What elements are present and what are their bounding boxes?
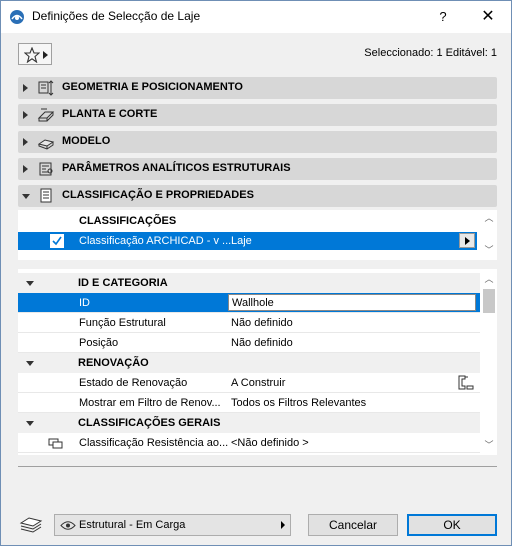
property-value: A Construir	[231, 377, 286, 389]
expand-arrow-icon	[23, 138, 28, 146]
checkmark-icon	[52, 236, 62, 246]
id-input-value: Wallhole	[232, 297, 274, 309]
group-label: RENOVAÇÃO	[78, 357, 149, 369]
section-label: GEOMETRIA E POSICIONAMENTO	[62, 81, 243, 93]
section-classification[interactable]: CLASSIFICAÇÃO E PROPRIEDADES	[18, 185, 497, 207]
group-label: ID E CATEGORIA	[78, 277, 168, 289]
title-bar: Definições de Selecção de Laje ? ✕	[1, 1, 511, 33]
selection-count: Seleccionado: 1 Editável: 1	[364, 47, 497, 59]
property-name: Posição	[79, 337, 119, 349]
archicad-app-icon	[9, 9, 25, 25]
group-label: CLASSIFICAÇÕES GERAIS	[78, 417, 221, 429]
classification-system-name: Classificação ARCHICAD - v ...	[79, 235, 232, 247]
property-row-structural-function[interactable]: Função Estrutural Não definido	[18, 313, 480, 333]
ok-button[interactable]: OK	[407, 514, 497, 536]
renovation-icon[interactable]	[456, 374, 476, 395]
property-name: Função Estrutural	[79, 317, 166, 329]
dropdown-arrow-icon	[281, 521, 285, 529]
geometry-icon	[37, 79, 55, 97]
classification-icon	[37, 187, 55, 205]
favorites-arrow-icon	[43, 51, 48, 59]
classification-picker-button[interactable]	[459, 233, 475, 248]
property-value: Não definido	[231, 337, 293, 349]
property-name: Estado de Renovação	[79, 377, 188, 389]
structural-view-label: Estrutural - Em Carga	[79, 519, 186, 531]
collapse-arrow-icon	[26, 361, 34, 366]
section-structural-analytical[interactable]: PARÂMETROS ANALÍTICOS ESTRUTURAIS	[18, 158, 497, 180]
scroll-up-icon[interactable]: ︿	[482, 273, 496, 285]
section-geometry[interactable]: GEOMETRIA E POSICIONAMENTO	[18, 77, 497, 99]
collapse-arrow-icon	[26, 281, 34, 286]
collapse-arrow-icon	[26, 421, 34, 426]
classification-row[interactable]: Classificação ARCHICAD - v ... Laje	[18, 232, 477, 250]
property-row-renovation-filter[interactable]: Mostrar em Filtro de Renov... Todos os F…	[18, 393, 480, 413]
property-row-fire-resistance[interactable]: Classificação Resistência ao... <Não def…	[18, 433, 480, 453]
section-label: CLASSIFICAÇÃO E PROPRIEDADES	[62, 189, 254, 201]
property-name: Classificação Resistência ao...	[79, 437, 229, 449]
favorites-button[interactable]	[18, 43, 52, 65]
classifications-scrollbar[interactable]: ︿ ﹀	[482, 212, 496, 258]
scroll-up-icon[interactable]: ︿	[482, 212, 496, 224]
scroll-down-icon[interactable]: ﹀	[482, 439, 496, 451]
structural-view-dropdown[interactable]: Estrutural - Em Carga	[54, 514, 291, 536]
eye-icon	[60, 520, 76, 534]
property-row-position[interactable]: Posição Não definido	[18, 333, 480, 353]
properties-scrollbar[interactable]: ︿ ﹀	[482, 273, 496, 453]
property-value: Não definido	[231, 317, 293, 329]
window-title: Definições de Selecção de Laje	[32, 9, 201, 23]
footer-divider	[18, 466, 497, 467]
property-row-renovation-status[interactable]: Estado de Renovação A Construir	[18, 373, 480, 393]
id-input[interactable]: Wallhole	[228, 294, 476, 311]
classification-value: Laje	[231, 235, 252, 247]
section-label: PLANTA E CORTE	[62, 108, 158, 120]
layer-stack-icon	[19, 515, 43, 538]
collapse-arrow-icon	[22, 194, 30, 199]
property-row-id[interactable]: ID Wallhole	[18, 293, 480, 313]
close-button[interactable]: ✕	[475, 6, 501, 28]
model-icon	[37, 133, 55, 151]
classification-checkbox[interactable]	[50, 234, 64, 248]
property-value: Todos os Filtros Relevantes	[231, 397, 367, 409]
expand-arrow-icon	[23, 84, 28, 92]
group-renovation[interactable]: RENOVAÇÃO	[18, 353, 480, 373]
cancel-button[interactable]: Cancelar	[308, 514, 398, 536]
classifications-header: CLASSIFICAÇÕES	[79, 215, 177, 227]
scroll-down-icon[interactable]: ﹀	[482, 244, 496, 256]
property-name: ID	[79, 297, 90, 309]
star-icon	[24, 47, 40, 63]
structural-analytical-icon	[37, 160, 55, 178]
linked-property-icon	[48, 437, 64, 452]
property-name: Mostrar em Filtro de Renov...	[79, 397, 221, 409]
floor-plan-icon	[37, 106, 55, 124]
section-label: MODELO	[62, 135, 111, 147]
group-id-category[interactable]: ID E CATEGORIA	[18, 273, 480, 293]
section-floor-plan[interactable]: PLANTA E CORTE	[18, 104, 497, 126]
property-value: <Não definido >	[231, 437, 309, 449]
dialog-window: Definições de Selecção de Laje ? ✕ Selec…	[0, 0, 512, 546]
group-general-classifications[interactable]: CLASSIFICAÇÕES GERAIS	[18, 413, 480, 433]
scroll-thumb[interactable]	[483, 289, 495, 313]
help-button[interactable]: ?	[431, 6, 455, 28]
section-label: PARÂMETROS ANALÍTICOS ESTRUTURAIS	[62, 162, 291, 174]
expand-arrow-icon	[23, 111, 28, 119]
section-model[interactable]: MODELO	[18, 131, 497, 153]
expand-arrow-icon	[23, 165, 28, 173]
